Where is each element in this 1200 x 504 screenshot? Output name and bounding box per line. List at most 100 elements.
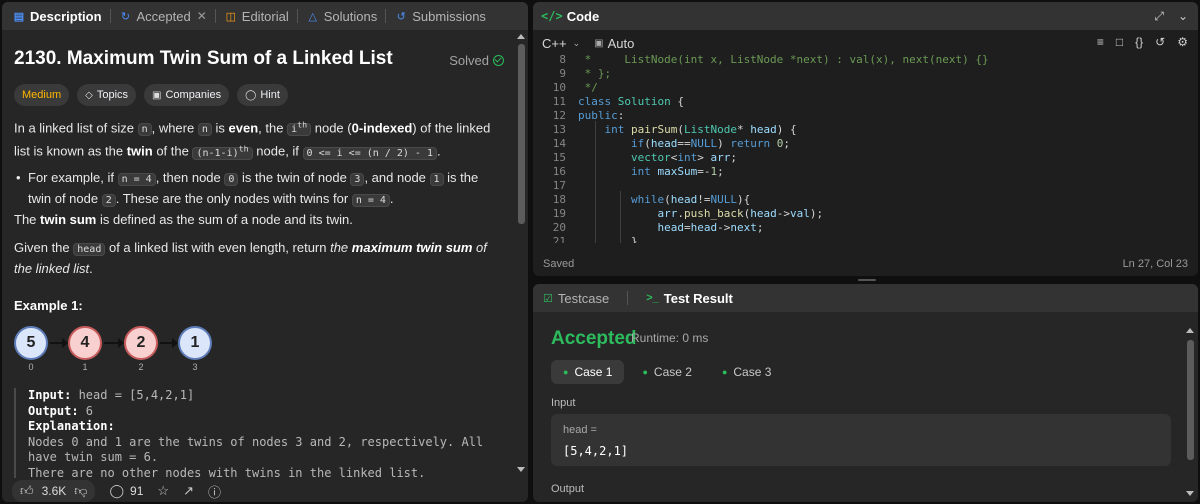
star-icon[interactable]: ☆ (157, 483, 169, 499)
format-icon[interactable]: ≡ (1097, 35, 1104, 49)
save-status: Saved (543, 258, 575, 270)
code-line: 8 * ListNode(int x, ListNode *next) : va… (559, 55, 989, 66)
example-bullet: For example, if n = 4, then node 0 is th… (16, 168, 502, 210)
scroll-down-icon[interactable] (517, 467, 525, 472)
example-block: Input: head = [5,4,2,1] Output: 6 Explan… (14, 388, 500, 478)
share-icon[interactable]: ↗ (183, 483, 194, 499)
history-icon: ↺ (396, 10, 406, 23)
bookmark-icon[interactable]: □ (1116, 35, 1123, 49)
task-paragraph: Given the head of a linked list with eve… (14, 240, 487, 276)
tab-test-result[interactable]: >_ Test Result (646, 291, 733, 306)
code-line: 13 int pairSum(ListNode* head) { (552, 123, 797, 136)
panel-resize-handle[interactable] (858, 279, 876, 281)
case-tab[interactable]: ● Case 3 (710, 360, 783, 384)
code-icon: </> (541, 9, 563, 23)
tab-divider (296, 9, 298, 23)
code-line: 16 int maxSum=-1; (552, 165, 724, 178)
code-line: 18 while(head!=NULL){ (552, 193, 751, 206)
tab-submissions[interactable]: ↺ Submissions (390, 2, 490, 30)
help-icon[interactable]: ⓘ (208, 482, 221, 501)
test-panel: ☑ Testcase >_ Test Result Accepted Runti… (533, 284, 1198, 502)
code-line: 21 } (552, 235, 638, 243)
description-paragraph: In a linked list of size n, where n is e… (14, 120, 491, 160)
lightbulb-icon: ◯ (245, 89, 257, 101)
verdict-title: Accepted (551, 328, 637, 349)
problem-footer: 👍︎ 3.6K 👎︎ ◯ 91 ☆ ↗ ⓘ (2, 480, 528, 502)
twin-sum-paragraph: The twin sum is defined as the sum of a … (14, 212, 353, 227)
editor-status-bar: Saved Ln 27, Col 23 (533, 256, 1198, 274)
list-node: 5 (14, 326, 48, 360)
case-tab[interactable]: ● Case 2 (630, 360, 703, 384)
comments-button[interactable]: ◯ 91 (109, 483, 143, 499)
difficulty-badge: Medium (14, 84, 70, 106)
scroll-down-icon[interactable] (1186, 491, 1194, 496)
companies-button[interactable]: ▣ Companies (144, 84, 230, 106)
output-label: Output (551, 483, 585, 495)
tab-testcase[interactable]: ☑ Testcase (543, 291, 609, 306)
runtime-text: Runtime: 0 ms (631, 331, 709, 345)
tab-description[interactable]: ▤ Description (8, 2, 106, 30)
arrow-icon (104, 338, 124, 348)
code-header: </> Code ⤢ ⌄ (533, 2, 1198, 30)
input-value-box: head = [5,4,2,1] (551, 414, 1171, 466)
thumbs-down-icon[interactable]: 👎︎ (74, 483, 87, 499)
scroll-thumb[interactable] (1187, 340, 1194, 460)
collapse-icon[interactable]: ⌄ (1178, 9, 1188, 24)
code-editor[interactable]: 8 * ListNode(int x, ListNode *next) : va… (533, 55, 1198, 243)
tab-divider (385, 9, 387, 23)
list-node: 1 (178, 326, 212, 360)
problem-title[interactable]: 2130. Maximum Twin Sum of a Linked List (14, 48, 393, 70)
code-line: 10 */ (552, 81, 598, 94)
code-line: 19 arr.push_back(head->val); (552, 207, 824, 220)
reset-icon[interactable]: ↺ (1155, 35, 1165, 49)
checkbox-icon: ☑ (543, 292, 553, 305)
dot-icon: ● (642, 367, 648, 377)
thumbs-up-icon[interactable]: 👍︎ (20, 483, 34, 499)
cursor-position: Ln 27, Col 23 (1122, 258, 1188, 270)
expand-icon[interactable]: ⤢ (1154, 9, 1164, 24)
list-node: 4 (68, 326, 102, 360)
language-select[interactable]: C++ ⌄ (542, 36, 580, 51)
node-index: 3 (192, 362, 198, 372)
list-node: 2 (124, 326, 158, 360)
code-header-actions: ⤢ ⌄ (1154, 9, 1188, 24)
code-line: 20 head=head->next; (552, 221, 764, 234)
problem-tabs: ▤ Description ↻ Accepted ✕ ◫ Editorial △… (2, 2, 528, 30)
arrow-icon (50, 338, 68, 348)
example-title: Example 1: (14, 298, 83, 313)
node-index: 0 (28, 362, 34, 372)
description-scrollbar[interactable] (516, 30, 526, 476)
tab-divider (627, 291, 629, 305)
result-scrollbar[interactable] (1185, 324, 1195, 500)
auto-mode-toggle[interactable]: ▣ Auto (594, 36, 634, 51)
scroll-thumb[interactable] (518, 44, 525, 224)
lock-icon: ▣ (152, 89, 162, 101)
lock-icon: ▣ (594, 37, 604, 49)
code-line: 15 vector<int> arr; (552, 151, 737, 164)
scroll-up-icon[interactable] (517, 34, 525, 39)
problem-tags: Medium ◇ Topics ▣ Companies ◯ Hint (14, 84, 288, 106)
code-line: 12 public: (552, 109, 625, 122)
tab-editorial[interactable]: ◫ Editorial (220, 2, 293, 30)
case-tab[interactable]: ● Case 1 (551, 360, 625, 384)
code-panel: </> Code ⤢ ⌄ C++ ⌄ ▣ Auto ≡ □ {} ↺ ⚙ 8 *… (533, 2, 1198, 276)
solved-status: Solved (449, 53, 504, 68)
dot-icon: ● (563, 367, 569, 377)
comment-icon: ◯ (109, 483, 125, 498)
likes-count: 3.6K (41, 484, 67, 498)
scroll-up-icon[interactable] (1186, 328, 1194, 333)
test-tabs: ☑ Testcase >_ Test Result (533, 284, 1198, 312)
history-icon: ↻ (120, 10, 131, 23)
close-icon[interactable]: ✕ (197, 9, 207, 23)
braces-icon[interactable]: {} (1135, 35, 1143, 49)
settings-icon[interactable]: ⚙ (1177, 35, 1188, 49)
tab-solutions[interactable]: △ Solutions (302, 2, 381, 30)
problem-panel: ▤ Description ↻ Accepted ✕ ◫ Editorial △… (2, 2, 528, 502)
tab-accepted[interactable]: ↻ Accepted ✕ (115, 2, 211, 30)
hint-button[interactable]: ◯ Hint (237, 84, 288, 106)
topics-button[interactable]: ◇ Topics (77, 84, 137, 106)
chevron-down-icon: ⌄ (572, 37, 581, 48)
like-group: 👍︎ 3.6K 👎︎ (12, 480, 96, 502)
node-index: 1 (82, 362, 88, 372)
node-index: 2 (138, 362, 144, 372)
